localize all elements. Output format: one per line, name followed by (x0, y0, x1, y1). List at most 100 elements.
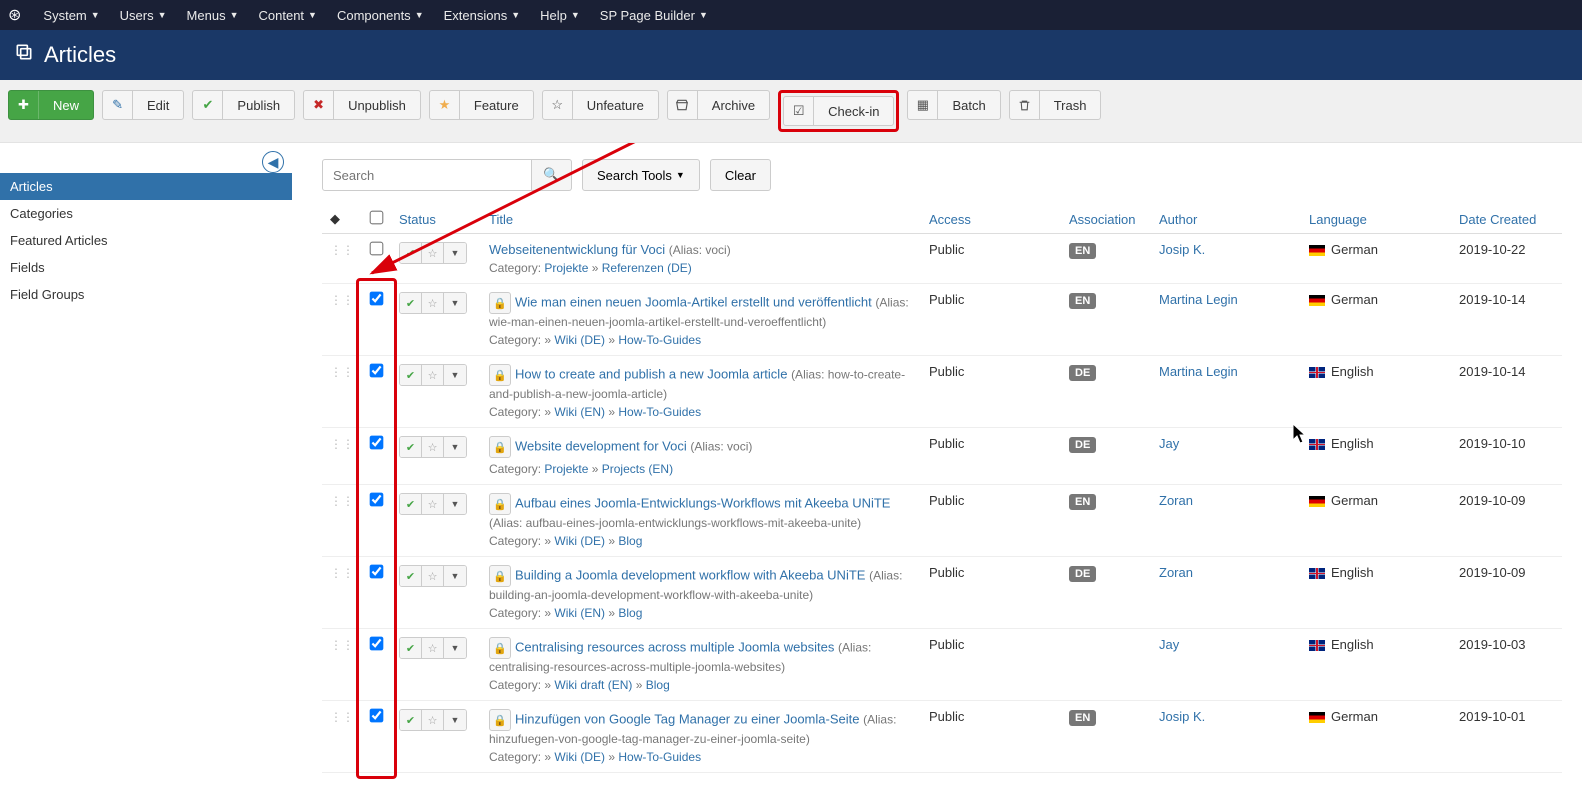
topnav-item-content[interactable]: Content▼ (249, 0, 327, 30)
sidebar-item-featured-articles[interactable]: Featured Articles (0, 227, 292, 254)
search-input[interactable] (322, 159, 532, 191)
category-link[interactable]: Blog (618, 534, 642, 548)
row-checkbox[interactable] (370, 709, 384, 723)
feature-toggle[interactable]: ☆ (422, 494, 444, 514)
association-badge[interactable]: EN (1069, 494, 1096, 510)
row-checkbox[interactable] (370, 637, 384, 651)
feature-toggle[interactable]: ☆ (422, 365, 444, 385)
col-access[interactable]: Access (921, 205, 1061, 234)
category-link[interactable]: Projekte (544, 462, 588, 476)
feature-toggle[interactable]: ☆ (422, 638, 444, 658)
checkall-checkbox[interactable] (370, 211, 384, 225)
category-link[interactable]: Wiki (DE) (554, 333, 605, 347)
category-link[interactable]: Projekte (544, 261, 588, 275)
drag-handle-icon[interactable]: ⋮⋮ (330, 437, 354, 451)
status-dropdown[interactable]: ▼ (444, 437, 466, 457)
association-badge[interactable]: EN (1069, 710, 1096, 726)
sidebar-item-field-groups[interactable]: Field Groups (0, 281, 292, 308)
article-title-link[interactable]: Website development for Voci (515, 438, 687, 453)
col-status[interactable]: Status (391, 205, 481, 234)
topnav-item-sp-page-builder[interactable]: SP Page Builder▼ (590, 0, 718, 30)
publish-toggle[interactable]: ✔ (400, 293, 422, 313)
edit-button[interactable]: ✎ Edit (102, 90, 184, 120)
category-link[interactable]: Referenzen (DE) (602, 261, 692, 275)
col-order[interactable]: ◆ (322, 205, 362, 234)
drag-handle-icon[interactable]: ⋮⋮ (330, 365, 354, 379)
article-title-link[interactable]: Hinzufügen von Google Tag Manager zu ein… (515, 711, 859, 726)
publish-toggle[interactable]: ✔ (400, 566, 422, 586)
new-button[interactable]: ✚ New (8, 90, 94, 120)
row-checkbox[interactable] (370, 436, 384, 450)
checked-out-lock-icon[interactable]: 🔒 (489, 436, 511, 458)
status-dropdown[interactable]: ▼ (444, 494, 466, 514)
category-link[interactable]: How-To-Guides (618, 333, 701, 347)
category-link[interactable]: Wiki (DE) (554, 750, 605, 764)
publish-toggle[interactable]: ✔ (400, 710, 422, 730)
association-badge[interactable]: DE (1069, 365, 1096, 381)
checkin-button[interactable]: ☑ Check-in (783, 96, 894, 126)
drag-handle-icon[interactable]: ⋮⋮ (330, 566, 354, 580)
sidebar-item-fields[interactable]: Fields (0, 254, 292, 281)
status-dropdown[interactable]: ▼ (444, 293, 466, 313)
article-title-link[interactable]: Aufbau eines Joomla-Entwicklungs-Workflo… (515, 495, 890, 510)
status-dropdown[interactable]: ▼ (444, 710, 466, 730)
checked-out-lock-icon[interactable]: 🔒 (489, 493, 511, 515)
association-badge[interactable]: EN (1069, 293, 1096, 309)
category-link[interactable]: Wiki (EN) (554, 405, 605, 419)
checked-out-lock-icon[interactable]: 🔒 (489, 637, 511, 659)
feature-toggle[interactable]: ☆ (422, 243, 444, 263)
drag-handle-icon[interactable]: ⋮⋮ (330, 638, 354, 652)
feature-button[interactable]: ★ Feature (429, 90, 534, 120)
row-checkbox[interactable] (370, 242, 384, 256)
category-link[interactable]: Blog (618, 606, 642, 620)
article-title-link[interactable]: Wie man einen neuen Joomla-Artikel erste… (515, 294, 872, 309)
publish-button[interactable]: ✔ Publish (192, 90, 295, 120)
sidebar-item-categories[interactable]: Categories (0, 200, 292, 227)
association-badge[interactable]: EN (1069, 243, 1096, 259)
category-link[interactable]: Projects (EN) (602, 462, 673, 476)
category-link[interactable]: Wiki (EN) (554, 606, 605, 620)
article-title-link[interactable]: Centralising resources across multiple J… (515, 639, 834, 654)
col-title[interactable]: Title (481, 205, 921, 234)
sidebar-item-articles[interactable]: Articles (0, 173, 292, 200)
row-checkbox[interactable] (370, 364, 384, 378)
unfeature-button[interactable]: ☆ Unfeature (542, 90, 659, 120)
feature-toggle[interactable]: ☆ (422, 293, 444, 313)
author-link[interactable]: Josip K. (1159, 242, 1205, 257)
row-checkbox[interactable] (370, 493, 384, 507)
topnav-item-help[interactable]: Help▼ (530, 0, 590, 30)
feature-toggle[interactable]: ☆ (422, 710, 444, 730)
col-association[interactable]: Association (1061, 205, 1151, 234)
publish-toggle[interactable]: ✔ (400, 365, 422, 385)
topnav-item-components[interactable]: Components▼ (327, 0, 434, 30)
publish-toggle[interactable]: ✔ (400, 243, 422, 263)
checked-out-lock-icon[interactable]: 🔒 (489, 565, 511, 587)
author-link[interactable]: Josip K. (1159, 709, 1205, 724)
article-title-link[interactable]: Building a Joomla development workflow w… (515, 567, 865, 582)
feature-toggle[interactable]: ☆ (422, 437, 444, 457)
sidebar-collapse-button[interactable]: ◀ (262, 151, 284, 173)
checked-out-lock-icon[interactable]: 🔒 (489, 364, 511, 386)
search-tools-button[interactable]: Search Tools ▼ (582, 159, 700, 191)
author-link[interactable]: Jay (1159, 637, 1179, 652)
publish-toggle[interactable]: ✔ (400, 494, 422, 514)
status-dropdown[interactable]: ▼ (444, 365, 466, 385)
category-link[interactable]: How-To-Guides (618, 750, 701, 764)
article-title-link[interactable]: Webseitenentwicklung für Voci (489, 242, 665, 257)
publish-toggle[interactable]: ✔ (400, 638, 422, 658)
author-link[interactable]: Martina Legin (1159, 364, 1238, 379)
col-language[interactable]: Language (1301, 205, 1451, 234)
unpublish-button[interactable]: ✖ Unpublish (303, 90, 421, 120)
category-link[interactable]: Wiki (DE) (554, 534, 605, 548)
row-checkbox[interactable] (370, 292, 384, 306)
topnav-item-users[interactable]: Users▼ (110, 0, 177, 30)
article-title-link[interactable]: How to create and publish a new Joomla a… (515, 366, 787, 381)
checked-out-lock-icon[interactable]: 🔒 (489, 709, 511, 731)
category-link[interactable]: How-To-Guides (618, 405, 701, 419)
topnav-item-system[interactable]: System▼ (33, 0, 109, 30)
batch-button[interactable]: ▦ Batch (907, 90, 1000, 120)
col-date[interactable]: Date Created (1451, 205, 1562, 234)
archive-button[interactable]: Archive (667, 90, 770, 120)
association-badge[interactable]: DE (1069, 437, 1096, 453)
author-link[interactable]: Zoran (1159, 565, 1193, 580)
